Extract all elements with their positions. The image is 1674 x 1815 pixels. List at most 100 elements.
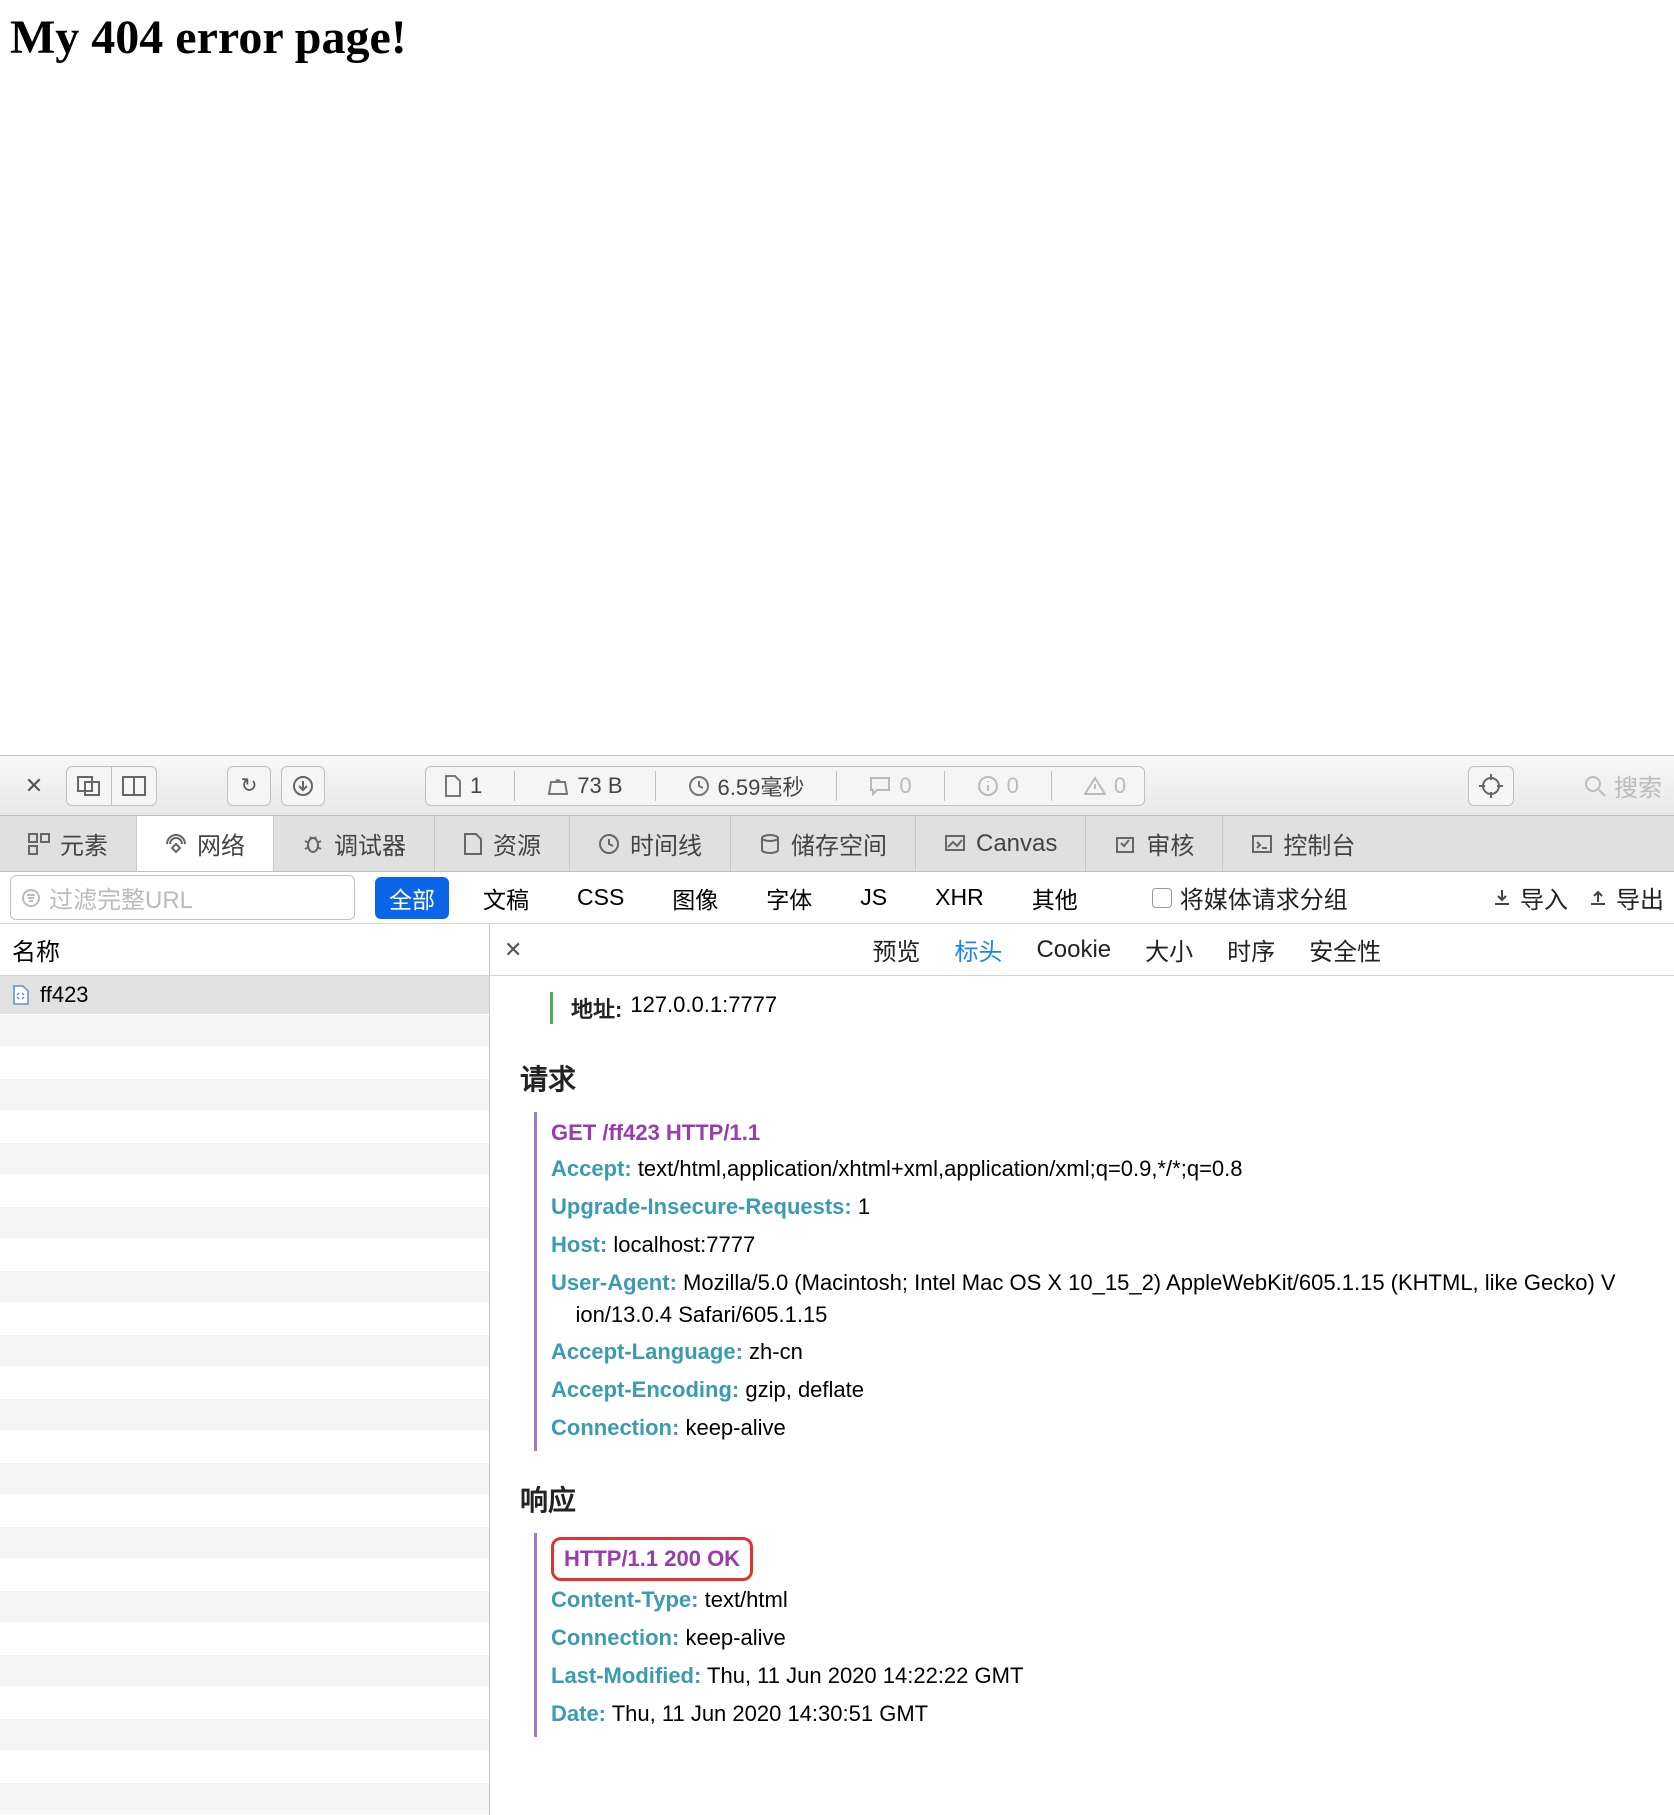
list-header-name[interactable]: 名称 (0, 924, 489, 976)
tab-network[interactable]: 网络 (137, 816, 274, 871)
subtab-security[interactable]: 安全性 (1305, 926, 1385, 973)
response-section-title: 响应 (520, 1479, 1644, 1519)
tab-console[interactable]: 控制台 (1223, 816, 1383, 871)
request-line: GET /ff423 HTTP/1.1 (551, 1116, 1644, 1150)
filter-type-font[interactable]: 字体 (752, 877, 826, 919)
filter-bar: 过滤完整URL 全部 文稿 CSS 图像 字体 JS XHR 其他 将媒体请求分… (0, 872, 1674, 924)
list-stripe (0, 1463, 489, 1495)
detail-body[interactable]: 地址: 127.0.0.1:7777 请求 GET /ff423 HTTP/1.… (490, 976, 1674, 1767)
timeline-icon (598, 833, 620, 855)
issue-count-chip: 0 (973, 773, 1023, 799)
header-value: Thu, 11 Jun 2020 14:30:51 GMT (612, 1701, 928, 1726)
header-row: Upgrade-Insecure-Requests: 1 (551, 1188, 1644, 1226)
info-circle-icon (977, 775, 999, 797)
search-input[interactable]: 搜索 (1574, 768, 1662, 803)
page-body: My 404 error page! (0, 0, 1674, 755)
list-stripe (0, 1015, 489, 1047)
warn-count-value: 0 (1114, 773, 1126, 799)
list-stripe (0, 1623, 489, 1655)
header-key: Accept-Language: (551, 1339, 743, 1364)
list-stripe (0, 1719, 489, 1751)
filter-type-xhr[interactable]: XHR (921, 880, 998, 915)
list-item[interactable]: ff423 (0, 976, 489, 1015)
list-stripe (0, 1687, 489, 1719)
dock-side-icon[interactable] (112, 766, 157, 806)
group-media-label: 将媒体请求分组 (1180, 880, 1348, 915)
filter-type-css[interactable]: CSS (563, 880, 638, 915)
download-circle-icon[interactable] (281, 766, 325, 806)
filter-type-all[interactable]: 全部 (375, 877, 449, 919)
time-chip: 6.59毫秒 (684, 770, 809, 802)
header-value: zh-cn (749, 1339, 803, 1364)
subtab-size[interactable]: 大小 (1141, 926, 1197, 973)
tab-timeline[interactable]: 时间线 (570, 816, 731, 871)
console-icon (1251, 834, 1273, 854)
header-row: Host: localhost:7777 (551, 1226, 1644, 1264)
filter-type-doc[interactable]: 文稿 (469, 877, 543, 919)
address-value: 127.0.0.1:7777 (630, 992, 777, 1024)
list-stripe (0, 1431, 489, 1463)
header-key: Accept: (551, 1156, 632, 1181)
tab-audit[interactable]: 审核 (1086, 816, 1223, 871)
header-key: Content-Type: (551, 1587, 698, 1612)
dock-window-icon[interactable] (66, 766, 112, 806)
tab-label: 时间线 (630, 826, 702, 861)
subtab-headers[interactable]: 标头 (950, 926, 1006, 973)
search-icon (1584, 775, 1606, 797)
header-row: Accept-Language: zh-cn (551, 1333, 1644, 1371)
subtab-cookie[interactable]: Cookie (1032, 930, 1115, 970)
list-item-name: ff423 (40, 982, 89, 1008)
upload-icon (1588, 888, 1608, 908)
url-filter-input[interactable]: 过滤完整URL (10, 875, 355, 920)
page-count-value: 1 (470, 773, 482, 799)
request-section-title: 请求 (520, 1058, 1644, 1098)
close-icon[interactable]: ✕ (12, 766, 56, 806)
page-count-chip: 1 (440, 773, 486, 799)
tab-label: 储存空间 (791, 826, 887, 861)
tab-debugger[interactable]: 调试器 (274, 816, 435, 871)
export-button[interactable]: 导出 (1588, 880, 1664, 915)
list-stripe (0, 1335, 489, 1367)
file-icon (12, 985, 30, 1005)
group-media-checkbox[interactable]: 将媒体请求分组 (1152, 880, 1348, 915)
list-stripe (0, 1175, 489, 1207)
response-block: HTTP/1.1 200 OK Content-Type: text/htmlC… (534, 1533, 1644, 1737)
header-value: text/html,application/xhtml+xml,applicat… (638, 1156, 1243, 1181)
subtab-timing[interactable]: 时序 (1223, 926, 1279, 973)
header-key: Date: (551, 1701, 606, 1726)
header-row: Last-Modified: Thu, 11 Jun 2020 14:22:22… (551, 1657, 1644, 1695)
address-label: 地址: (571, 992, 622, 1024)
list-stripe (0, 1783, 489, 1815)
document-icon (444, 775, 462, 797)
time-value: 6.59毫秒 (718, 770, 805, 802)
filter-type-js[interactable]: JS (846, 880, 901, 915)
highlight-box: HTTP/1.1 200 OK (551, 1537, 753, 1581)
filter-type-other[interactable]: 其他 (1018, 877, 1092, 919)
network-icon (165, 833, 187, 855)
header-row: Accept: text/html,application/xhtml+xml,… (551, 1150, 1644, 1188)
warn-count-chip: 0 (1080, 773, 1130, 799)
import-button[interactable]: 导入 (1492, 880, 1568, 915)
tab-canvas[interactable]: Canvas (916, 816, 1086, 871)
size-value: 73 B (577, 773, 622, 799)
close-detail-icon[interactable]: ✕ (504, 937, 522, 963)
target-icon[interactable] (1468, 766, 1514, 806)
request-block: GET /ff423 HTTP/1.1 Accept: text/html,ap… (534, 1112, 1644, 1451)
tab-elements[interactable]: 元素 (0, 816, 137, 871)
filter-icon (21, 888, 41, 908)
tab-resources[interactable]: 资源 (435, 816, 570, 871)
subtab-preview[interactable]: 预览 (868, 926, 924, 973)
header-key: Connection: (551, 1415, 679, 1440)
import-label: 导入 (1520, 880, 1568, 915)
list-stripe (0, 1367, 489, 1399)
header-key: Accept-Encoding: (551, 1377, 739, 1402)
filter-type-img[interactable]: 图像 (658, 877, 732, 919)
page-title: My 404 error page! (10, 10, 1664, 65)
search-placeholder: 搜索 (1614, 768, 1662, 803)
size-chip: 73 B (543, 773, 626, 799)
tab-storage[interactable]: 储存空间 (731, 816, 916, 871)
reload-icon[interactable]: ↻ (227, 766, 271, 806)
header-row: Content-Type: text/html (551, 1581, 1644, 1619)
header-value: localhost:7777 (613, 1232, 755, 1257)
weight-icon (547, 776, 569, 796)
